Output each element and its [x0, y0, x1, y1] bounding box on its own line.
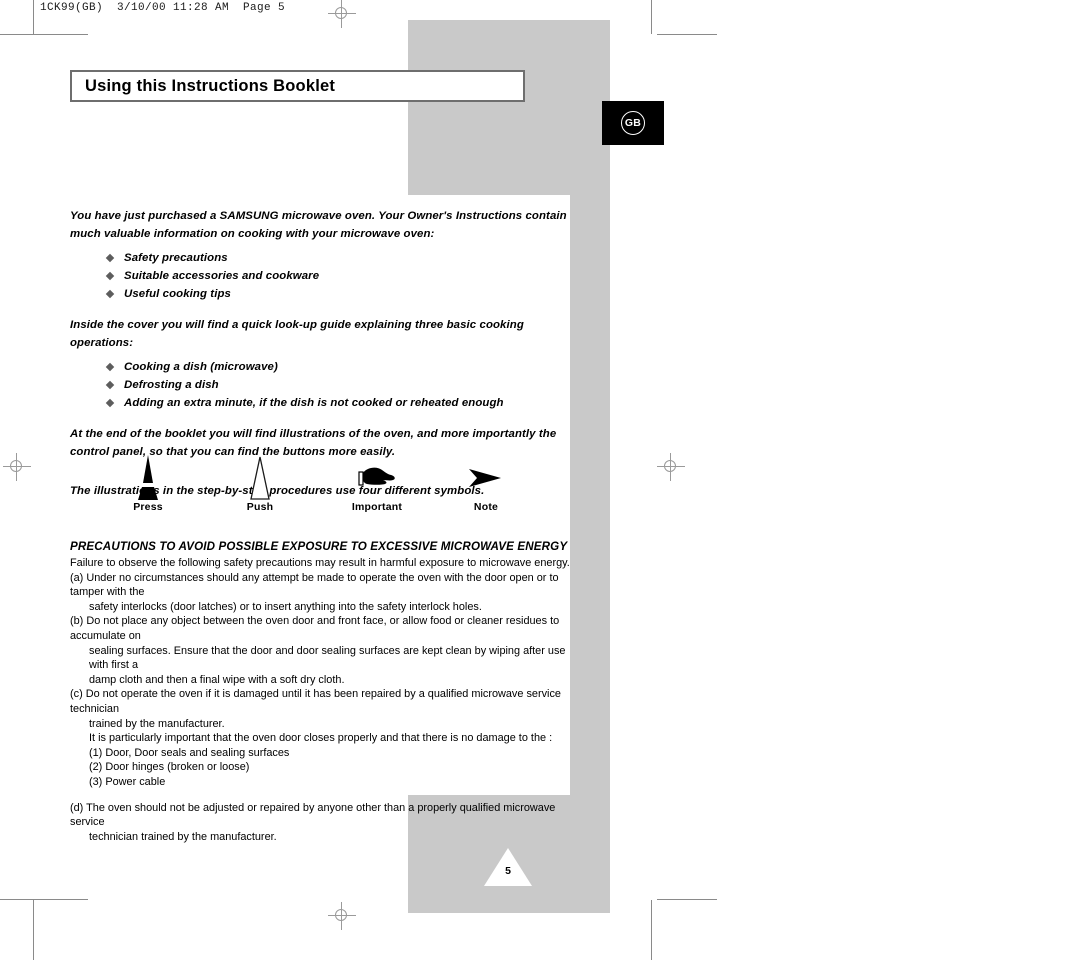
list-item: Defrosting a dish: [70, 376, 570, 394]
precaution-b-line-3: damp cloth and then a final wipe with a …: [89, 673, 345, 686]
list-item-label: Useful cooking tips: [124, 288, 231, 300]
precaution-sub-item-1: (1) Door, Door seals and sealing surface…: [89, 746, 290, 759]
symbol-note-label: Note: [473, 501, 499, 513]
diamond-bullet-icon: [105, 398, 115, 408]
arrowhead-icon: [426, 455, 546, 501]
registration-mark-bottom: [328, 902, 356, 930]
registration-ring: [10, 460, 22, 472]
precaution-c-line-3: It is particularly important that the ov…: [89, 732, 553, 745]
symbol-press-label: Press: [133, 501, 163, 513]
diamond-bullet-icon: [105, 362, 115, 372]
language-tab: GB: [602, 101, 664, 145]
precaution-d-line-1: (d) The oven should not be adjusted or r…: [70, 801, 556, 829]
print-slug: 1CK99(GB) 3/10/00 11:28 AM Page 5: [40, 2, 286, 14]
precautions-section: PRECAUTIONS TO AVOID POSSIBLE EXPOSURE T…: [70, 540, 575, 844]
registration-ring: [335, 7, 347, 19]
page-number-marker: 5: [484, 848, 532, 886]
diamond-bullet-icon: [105, 380, 115, 390]
page-number: 5: [505, 865, 511, 877]
list-item-label: Suitable accessories and cookware: [124, 270, 320, 282]
intro-list-2: Cooking a dish (microwave) Defrosting a …: [70, 358, 570, 412]
precaution-c-line-1: (c) Do not operate the oven if it is dam…: [70, 688, 561, 715]
page-title: Using this Instructions Booklet: [85, 76, 336, 95]
symbol-push: Push: [200, 455, 320, 513]
side-panel-middle: [570, 195, 610, 795]
registration-mark-top: [328, 0, 356, 28]
precaution-sub-item-3: (3) Power cable: [89, 775, 166, 788]
diamond-bullet-icon: [105, 271, 115, 281]
intro-list-1: Safety precautions Suitable accessories …: [70, 249, 570, 303]
symbol-important-label: Important: [351, 501, 403, 513]
list-item: Suitable accessories and cookware: [70, 267, 570, 285]
list-item-label: Adding an extra minute, if the dish is n…: [124, 397, 504, 409]
pointing-hand-icon: [317, 455, 437, 501]
symbol-press: Press: [88, 455, 208, 513]
crop-mark-bottom-right-vertical: [651, 900, 652, 960]
page-title-box: Using this Instructions Booklet: [70, 70, 525, 102]
registration-ring: [664, 460, 676, 472]
precautions-intro: Failure to observe the following safety …: [70, 557, 570, 569]
symbol-legend: Press Push Important Note: [70, 455, 570, 525]
precaution-a-line-2: safety interlocks (door latches) or to i…: [89, 600, 482, 613]
language-tab-label: GB: [621, 111, 645, 135]
list-item-label: Defrosting a dish: [124, 379, 219, 391]
precaution-a-line-1: (a) Under no circumstances should any at…: [70, 571, 559, 599]
list-item-label: Safety precautions: [124, 252, 228, 264]
symbol-push-label: Push: [246, 501, 274, 513]
crop-mark-bottom-left-horizontal: [0, 899, 88, 900]
registration-ring: [335, 909, 347, 921]
intro-paragraph-1: You have just purchased a SAMSUNG microw…: [70, 210, 567, 240]
precautions-heading: PRECAUTIONS TO AVOID POSSIBLE EXPOSURE T…: [70, 540, 568, 553]
crop-mark-top-left-vertical: [33, 0, 34, 34]
list-item-label: Cooking a dish (microwave): [124, 361, 278, 373]
list-item: Useful cooking tips: [70, 285, 570, 303]
list-item: Cooking a dish (microwave): [70, 358, 570, 376]
precaution-d-line-2: technician trained by the manufacturer.: [89, 830, 277, 843]
crop-mark-top-left-horizontal: [0, 34, 88, 35]
intro-paragraph-2: Inside the cover you will find a quick l…: [70, 319, 524, 349]
crop-mark-bottom-left-vertical: [33, 900, 34, 960]
crop-mark-top-right-vertical: [651, 0, 652, 34]
list-item: Safety precautions: [70, 249, 570, 267]
precaution-c-line-2: trained by the manufacturer.: [89, 717, 225, 730]
press-triangle-icon: [88, 455, 208, 501]
side-panel-top: [408, 20, 610, 195]
registration-mark-left: [3, 453, 31, 481]
list-item: Adding an extra minute, if the dish is n…: [70, 394, 570, 412]
diamond-bullet-icon: [105, 253, 115, 263]
precaution-b-line-2: sealing surfaces. Ensure that the door a…: [89, 644, 566, 672]
crop-mark-bottom-right-horizontal: [657, 899, 717, 900]
precaution-sub-item-2: (2) Door hinges (broken or loose): [89, 761, 250, 774]
push-outline-triangle-icon: [200, 455, 320, 501]
symbol-note: Note: [426, 455, 546, 513]
diamond-bullet-icon: [105, 289, 115, 299]
crop-mark-top-right-horizontal: [657, 34, 717, 35]
precautions-spacer: [70, 790, 575, 801]
registration-mark-right: [657, 453, 685, 481]
symbol-important: Important: [317, 455, 437, 513]
precaution-b-line-1: (b) Do not place any object between the …: [70, 615, 560, 642]
